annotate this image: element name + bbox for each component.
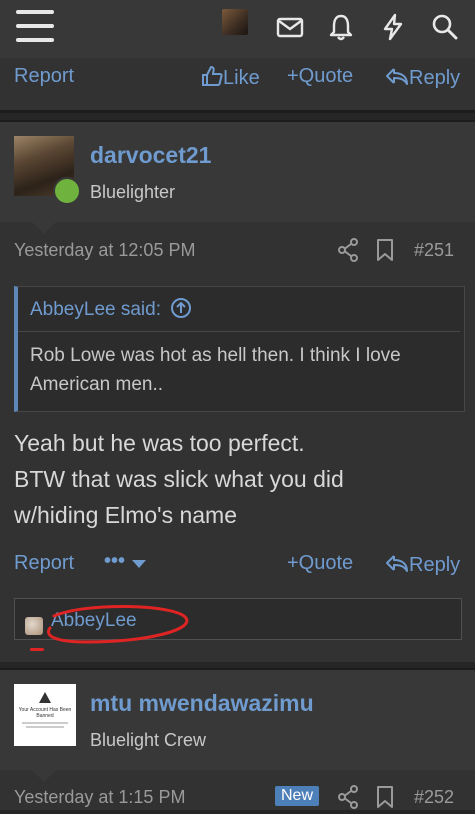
quote-button[interactable]: +Quote — [287, 552, 353, 575]
report-button[interactable]: Report — [14, 65, 74, 88]
report-button[interactable]: Report — [14, 552, 74, 575]
quote-author: AbbeyLee said: — [30, 299, 161, 320]
post-timestamp[interactable]: Yesterday at 12:05 PM — [14, 240, 195, 261]
thumbs-up-icon — [202, 65, 223, 86]
more-label: ••• — [104, 550, 126, 572]
quote-header: AbbeyLee said: — [18, 287, 460, 332]
post-username[interactable]: darvocet21 — [90, 142, 211, 169]
user-header-notch — [32, 770, 56, 782]
quote-text: Rob Lowe was hot as hell then. I think I… — [30, 345, 401, 395]
message-line: BTW that was slick what you did — [14, 466, 344, 492]
post-number[interactable]: #252 — [414, 787, 454, 808]
warning-icon — [39, 692, 51, 703]
chevron-down-icon — [131, 560, 146, 568]
red-annotation-underline — [30, 648, 44, 651]
envelope-icon[interactable] — [275, 12, 305, 42]
top-navigation-bar — [0, 0, 475, 58]
like-label: Like — [223, 67, 260, 89]
banned-user-avatar[interactable]: Your Account Has Been Banned — [14, 684, 76, 746]
new-badge: New — [275, 786, 319, 806]
post-number[interactable]: #251 — [414, 240, 454, 261]
more-options-button[interactable]: ••• — [104, 550, 147, 573]
reply-label: Reply — [409, 67, 461, 89]
quote-author-link[interactable]: AbbeyLee said: — [30, 297, 192, 321]
like-button[interactable]: Like — [201, 65, 260, 90]
post-user-title: Bluelight Crew — [90, 730, 207, 750]
bell-icon[interactable] — [326, 12, 356, 42]
share-icon[interactable] — [337, 238, 359, 267]
post-user-title: Bluelighter — [90, 182, 176, 202]
red-annotation-ellipse — [47, 605, 189, 644]
avatar[interactable] — [222, 9, 248, 35]
reply-button[interactable]: Reply — [385, 65, 460, 90]
reply-button[interactable]: Reply — [385, 552, 460, 577]
user-header-notch — [32, 222, 56, 234]
quote-block: AbbeyLee said: Rob Lowe was hot as hell … — [14, 286, 465, 412]
arrow-up-circle-icon[interactable] — [170, 297, 192, 319]
post-timestamp[interactable]: Yesterday at 1:15 PM — [14, 787, 185, 808]
banned-avatar-text: Your Account Has Been Banned — [18, 707, 72, 719]
previous-post-actions: Report Like +Quote Reply — [0, 58, 475, 113]
reply-icon — [386, 68, 408, 85]
message-line: w/hiding Elmo's name — [14, 502, 237, 528]
message-line: Yeah but he was too perfect. — [14, 430, 305, 456]
reply-label: Reply — [409, 554, 461, 576]
online-status-icon — [53, 177, 81, 205]
quote-button[interactable]: +Quote — [287, 65, 353, 88]
search-icon[interactable] — [430, 12, 460, 42]
reply-icon — [386, 555, 408, 572]
lightning-icon[interactable] — [378, 12, 408, 42]
post-user-header: darvocet21 Bluelighter — [0, 122, 475, 222]
post-message: Yeah but he was too perfect. BTW that wa… — [14, 425, 464, 533]
bookmark-icon[interactable] — [376, 238, 394, 267]
menu-icon[interactable] — [16, 10, 54, 42]
post-username[interactable]: mtu mwendawazimu — [90, 690, 314, 717]
